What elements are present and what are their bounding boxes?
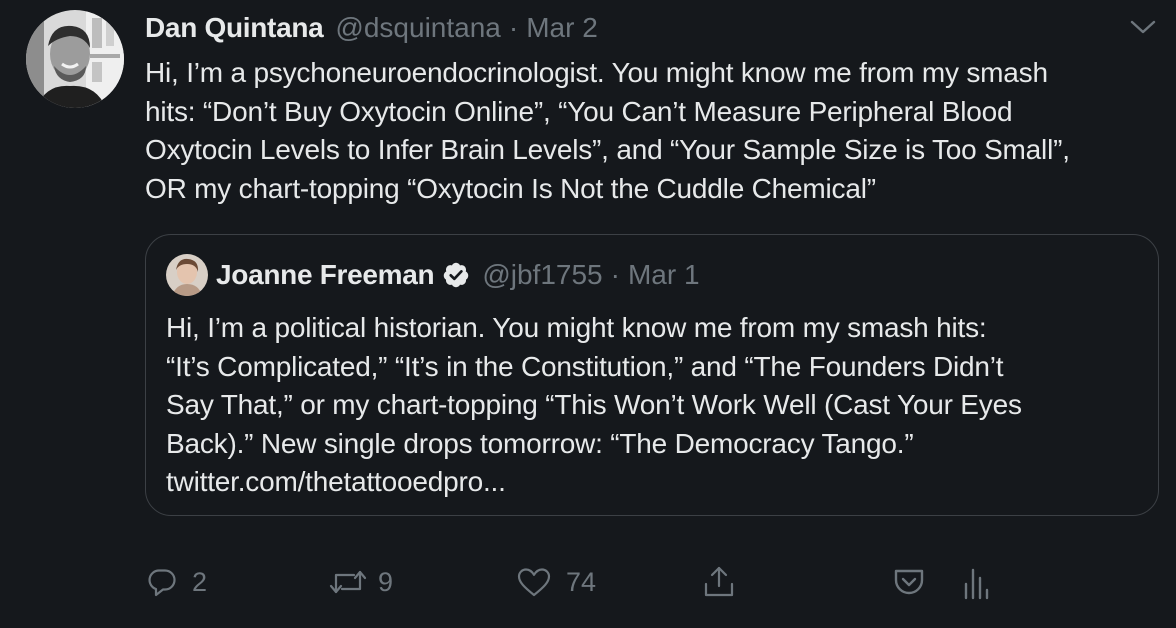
quoted-author-name: Joanne Freeman — [216, 259, 435, 290]
quoted-tweet[interactable]: Joanne Freeman @jbf1755 · Mar 1 Hi, I’m … — [145, 234, 1159, 516]
analytics-button[interactable] — [958, 560, 992, 604]
quoted-tweet-text: Hi, I’m a political historian. You might… — [166, 312, 1022, 497]
retweet-icon — [329, 570, 367, 594]
like-button[interactable]: 74 — [516, 560, 596, 604]
heart-icon — [517, 568, 551, 597]
tweet-header: Dan Quintana @dsquintana · Mar 2 — [145, 12, 598, 48]
author-avatar-image — [26, 10, 124, 108]
reply-count: 2 — [192, 566, 208, 597]
quoted-author-avatar-image — [166, 254, 208, 296]
share-button[interactable] — [702, 560, 736, 604]
header-separator: · — [508, 12, 519, 43]
quoted-header-separator: · — [610, 259, 620, 290]
quoted-author-handle: @jbf1755 — [482, 259, 603, 290]
tweet-actions: 2 9 74 — [0, 560, 1176, 604]
tweet-text: Hi, I’m a psychoneuroendocrinologist. Yo… — [145, 57, 1070, 204]
tweet-date[interactable]: Mar 2 — [526, 12, 598, 44]
tweet-menu-button[interactable] — [1128, 16, 1158, 38]
verified-badge-icon — [444, 262, 469, 288]
retweet-button[interactable]: 9 — [328, 560, 393, 604]
chevron-down-icon — [1130, 20, 1156, 34]
pocket-icon — [894, 569, 924, 595]
reply-icon — [148, 569, 176, 597]
share-icon — [704, 566, 734, 597]
author-avatar[interactable] — [26, 10, 124, 108]
author-name[interactable]: Dan Quintana — [145, 12, 324, 44]
quoted-author-avatar — [166, 254, 208, 296]
reply-button[interactable]: 2 — [146, 560, 207, 604]
save-to-pocket-button[interactable] — [892, 560, 926, 604]
author-handle[interactable]: @dsquintana — [335, 12, 500, 44]
quoted-tweet-date: Mar 1 — [627, 259, 700, 290]
quoted-tweet-header: Joanne Freeman @jbf1755 · Mar 1 — [216, 257, 700, 293]
like-count: 74 — [566, 566, 597, 597]
analytics-icon — [964, 568, 989, 600]
retweet-count: 9 — [378, 566, 394, 597]
